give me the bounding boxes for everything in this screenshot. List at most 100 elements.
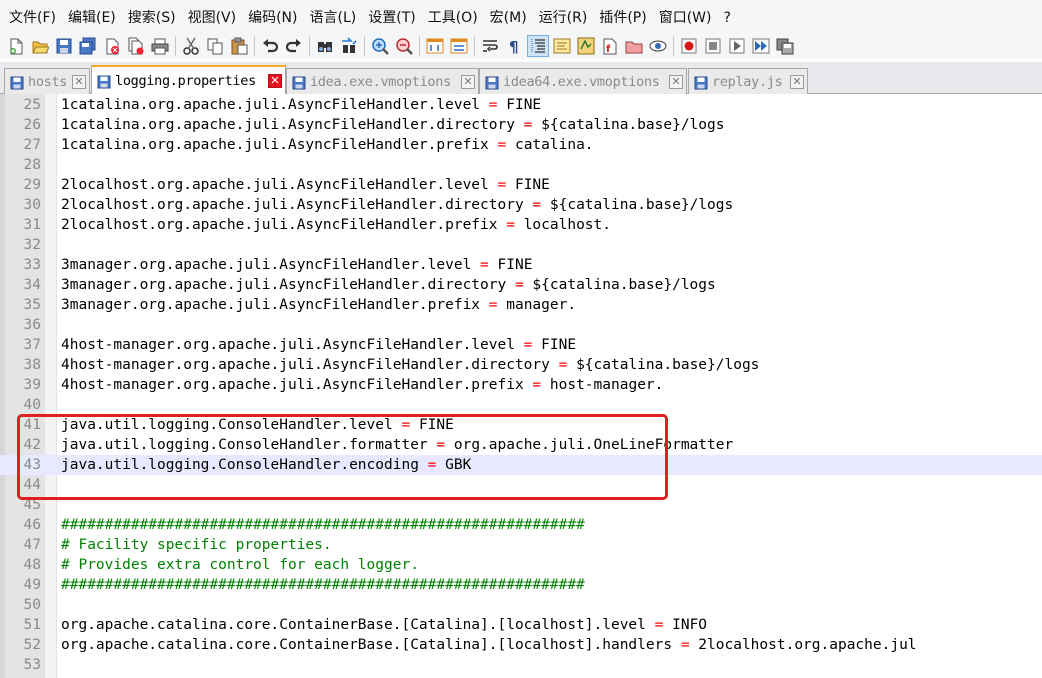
menu-item[interactable]: 运行(R): [534, 7, 593, 29]
menu-item[interactable]: 工具(O): [423, 7, 483, 29]
assignment-operator: =: [418, 457, 446, 473]
editor-line[interactable]: 29 2localhost.org.apache.juli.AsyncFileHa…: [0, 175, 1042, 195]
sync-horizontal-icon[interactable]: [448, 35, 470, 57]
close-all-icon[interactable]: [125, 35, 147, 57]
close-tab-icon[interactable]: ✕: [72, 74, 86, 89]
close-tab-icon[interactable]: ✕: [461, 74, 475, 89]
line-number: 27: [23, 137, 41, 153]
editor-line[interactable]: 47 # Facility specific properties.: [0, 535, 1042, 555]
zoom-in-icon[interactable]: [369, 35, 391, 57]
close-icon[interactable]: [101, 35, 123, 57]
editor-line[interactable]: 37 4host-manager.org.apache.juli.AsyncFil…: [0, 335, 1042, 355]
open-file-icon[interactable]: [29, 35, 51, 57]
assignment-operator: =: [488, 177, 515, 193]
indent-guide-icon[interactable]: [527, 35, 549, 57]
folder-as-workspace-icon[interactable]: [623, 35, 645, 57]
property-line: 2localhost.org.apache.juli.AsyncFileHand…: [61, 215, 611, 235]
start-recording-icon[interactable]: [678, 35, 700, 57]
user-defined-language-icon[interactable]: f: [599, 35, 621, 57]
editor-line[interactable]: 45: [0, 495, 1042, 515]
save-recorded-macro-icon[interactable]: [774, 35, 796, 57]
menu-item[interactable]: 窗口(W): [654, 7, 717, 29]
menu-item[interactable]: 文件(F): [4, 7, 61, 29]
tab-replay-js[interactable]: replay.js ✕: [688, 68, 808, 94]
menu-item[interactable]: 搜索(S): [123, 7, 181, 29]
editor-line[interactable]: 42 java.util.logging.ConsoleHandler.forma…: [0, 435, 1042, 455]
line-number: 39: [23, 377, 41, 393]
editor-line[interactable]: 38 4host-manager.org.apache.juli.AsyncFil…: [0, 355, 1042, 375]
document-map-icon[interactable]: [551, 35, 573, 57]
redo-icon[interactable]: [283, 35, 305, 57]
editor-line[interactable]: 31 2localhost.org.apache.juli.AsyncFileHa…: [0, 215, 1042, 235]
line-number: 26: [23, 117, 41, 133]
toolbar-separator: [364, 36, 365, 56]
menu-item[interactable]: 插件(P): [594, 7, 651, 29]
menu-item[interactable]: ?: [719, 7, 736, 29]
editor-line[interactable]: 34 3manager.org.apache.juli.AsyncFileHand…: [0, 275, 1042, 295]
save-state-icon: [694, 75, 708, 89]
property-line: org.apache.catalina.core.ContainerBase.[…: [61, 635, 917, 655]
property-line: 3manager.org.apache.juli.AsyncFileHandle…: [61, 295, 576, 315]
sync-vertical-icon[interactable]: [424, 35, 446, 57]
editor-line[interactable]: 35 3manager.org.apache.juli.AsyncFileHand…: [0, 295, 1042, 315]
copy-icon[interactable]: [204, 35, 226, 57]
menu-item[interactable]: 编码(N): [243, 7, 302, 29]
editor-line[interactable]: 46 ######################################…: [0, 515, 1042, 535]
menu-item[interactable]: 宏(M): [485, 7, 532, 29]
new-file-icon[interactable]: [5, 35, 27, 57]
run-macro-multiple-icon[interactable]: [750, 35, 772, 57]
menu-item[interactable]: 设置(T): [363, 7, 420, 29]
function-list-icon[interactable]: [575, 35, 597, 57]
undo-icon[interactable]: [259, 35, 281, 57]
editor-line[interactable]: 26 1catalina.org.apache.juli.AsyncFileHan…: [0, 115, 1042, 135]
editor-line[interactable]: 25 1catalina.org.apache.juli.AsyncFileHan…: [0, 95, 1042, 115]
editor-line[interactable]: 28: [0, 155, 1042, 175]
editor-line[interactable]: 32: [0, 235, 1042, 255]
editor-line[interactable]: 43 java.util.logging.ConsoleHandler.encod…: [0, 455, 1042, 475]
editor-line[interactable]: 40: [0, 395, 1042, 415]
editor-line[interactable]: 33 3manager.org.apache.juli.AsyncFileHand…: [0, 255, 1042, 275]
close-tab-icon[interactable]: ✕: [790, 74, 804, 89]
editor-line[interactable]: 50: [0, 595, 1042, 615]
save-all-icon[interactable]: [77, 35, 99, 57]
menu-item[interactable]: 编辑(E): [63, 7, 121, 29]
comment-text: # Facility specific properties.: [61, 537, 332, 553]
save-icon[interactable]: [53, 35, 75, 57]
monitoring-icon[interactable]: [647, 35, 669, 57]
word-wrap-icon[interactable]: [479, 35, 501, 57]
editor-line[interactable]: 53: [0, 655, 1042, 675]
playback-icon[interactable]: [726, 35, 748, 57]
editor-line[interactable]: 36: [0, 315, 1042, 335]
find-icon[interactable]: [314, 35, 336, 57]
toolbar-separator: [474, 36, 475, 56]
assignment-operator: =: [471, 257, 498, 273]
tab-idea64-exe-vmoptions[interactable]: idea64.exe.vmoptions ✕: [479, 68, 687, 94]
print-icon[interactable]: [149, 35, 171, 57]
close-tab-icon[interactable]: ✕: [268, 73, 282, 88]
tab-logging-properties[interactable]: logging.properties ✕: [91, 65, 286, 94]
editor-line[interactable]: 27 1catalina.org.apache.juli.AsyncFileHan…: [0, 135, 1042, 155]
assignment-operator: =: [514, 337, 542, 353]
editor[interactable]: 25 1catalina.org.apache.juli.AsyncFileHan…: [0, 94, 1042, 678]
menu-item[interactable]: 语言(L): [305, 7, 362, 29]
tab-hosts[interactable]: hosts ✕: [4, 68, 90, 94]
close-tab-icon[interactable]: ✕: [669, 74, 683, 89]
editor-line[interactable]: 49 ######################################…: [0, 575, 1042, 595]
editor-line[interactable]: 52 org.apache.catalina.core.ContainerBase…: [0, 635, 1042, 655]
editor-line[interactable]: 41 java.util.logging.ConsoleHandler.level…: [0, 415, 1042, 435]
tab-label: idea.exe.vmoptions: [310, 73, 451, 90]
tab-idea-exe-vmoptions[interactable]: idea.exe.vmoptions ✕: [286, 68, 479, 94]
line-number: 49: [23, 577, 41, 593]
editor-line[interactable]: 44: [0, 475, 1042, 495]
cut-icon[interactable]: [180, 35, 202, 57]
editor-line[interactable]: 51 org.apache.catalina.core.ContainerBase…: [0, 615, 1042, 635]
editor-line[interactable]: 39 4host-manager.org.apache.juli.AsyncFil…: [0, 375, 1042, 395]
paste-icon[interactable]: [228, 35, 250, 57]
menu-item[interactable]: 视图(V): [183, 7, 242, 29]
replace-icon[interactable]: [338, 35, 360, 57]
editor-line[interactable]: 30 2localhost.org.apache.juli.AsyncFileHa…: [0, 195, 1042, 215]
stop-recording-icon[interactable]: [702, 35, 724, 57]
editor-line[interactable]: 48 # Provides extra control for each logg…: [0, 555, 1042, 575]
zoom-out-icon[interactable]: [393, 35, 415, 57]
show-all-characters-icon[interactable]: ¶: [503, 35, 525, 57]
